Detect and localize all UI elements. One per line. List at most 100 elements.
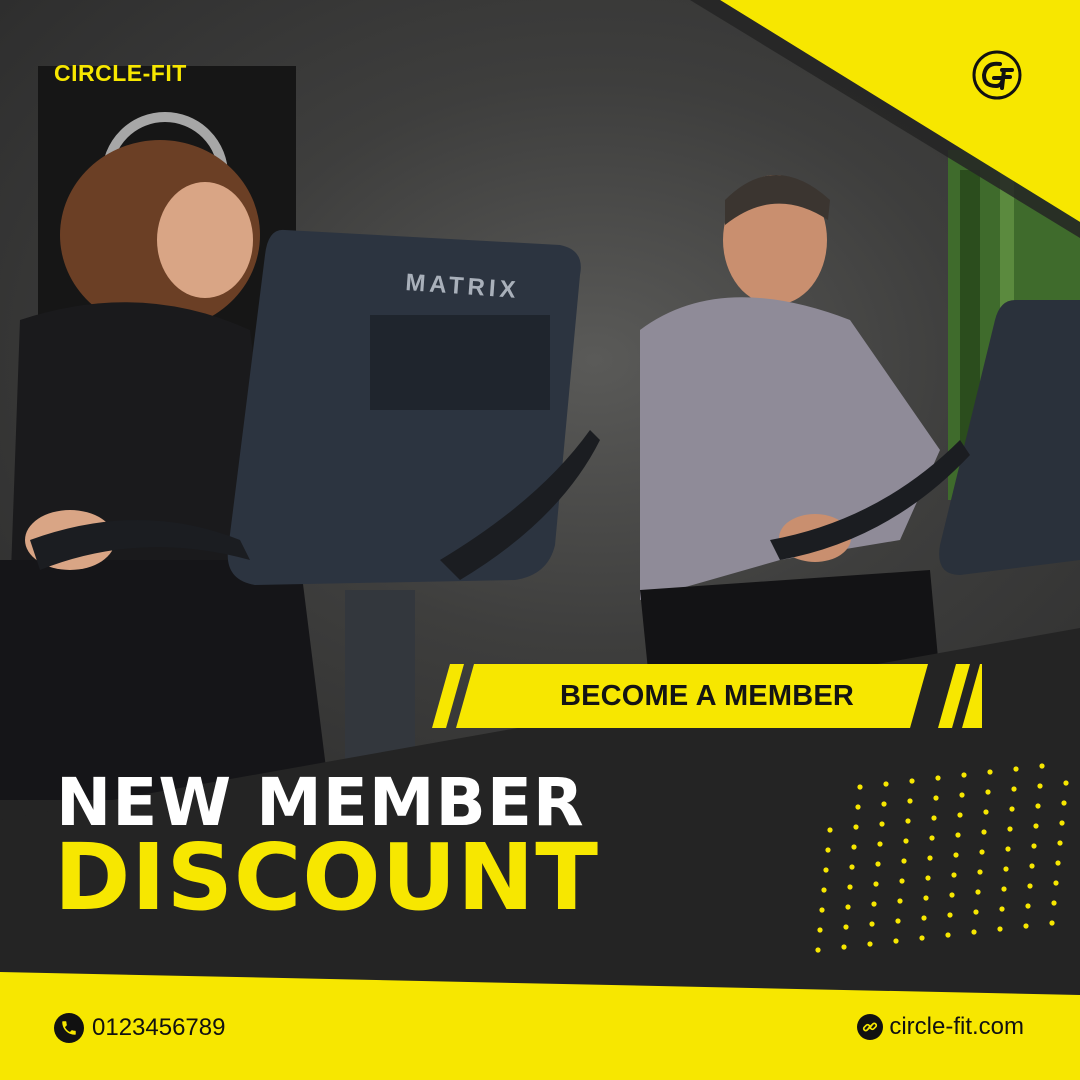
website-url: circle-fit.com <box>889 1013 1024 1040</box>
dot <box>825 847 831 853</box>
dot <box>947 912 953 918</box>
dot <box>977 869 983 875</box>
dot <box>1057 840 1063 846</box>
dot <box>843 924 849 930</box>
dot <box>819 907 825 913</box>
dot <box>919 935 925 941</box>
dot <box>815 947 821 953</box>
dot <box>953 852 959 858</box>
brand-name: CIRCLE-FIT <box>54 60 187 86</box>
dot <box>893 938 899 944</box>
dot <box>1039 763 1045 769</box>
dot <box>931 815 937 821</box>
dot <box>851 844 857 850</box>
website-link[interactable]: circle-fit.com <box>857 1013 1024 1041</box>
dot <box>971 929 977 935</box>
dot-pattern <box>815 763 1069 953</box>
dot <box>1031 843 1037 849</box>
dot <box>929 835 935 841</box>
phone-number: 0123456789 <box>92 1014 226 1041</box>
cta-label: BECOME A MEMBER <box>559 679 855 712</box>
dot <box>983 809 989 815</box>
dot <box>1059 820 1065 826</box>
dot <box>1013 766 1019 772</box>
dot <box>961 772 967 778</box>
dot <box>1055 860 1061 866</box>
dot <box>877 841 883 847</box>
dot <box>1001 886 1007 892</box>
link-icon <box>857 1014 884 1040</box>
dot <box>927 855 933 861</box>
dot <box>1063 780 1069 786</box>
dot <box>957 812 963 818</box>
dot <box>903 838 909 844</box>
dot <box>1035 803 1041 809</box>
dot <box>1009 806 1015 812</box>
dot <box>1005 846 1011 852</box>
dot <box>1037 783 1043 789</box>
dot <box>849 864 855 870</box>
dot <box>879 821 885 827</box>
dot <box>857 784 863 790</box>
dot <box>855 804 861 810</box>
dot <box>1007 826 1013 832</box>
dot <box>881 801 887 807</box>
dot <box>867 941 873 947</box>
dot <box>873 881 879 887</box>
dot <box>901 858 907 864</box>
dot <box>905 818 911 824</box>
dot <box>871 901 877 907</box>
dot <box>1027 883 1033 889</box>
dot <box>1003 866 1009 872</box>
dot <box>875 861 881 867</box>
dot <box>997 926 1003 932</box>
dot <box>921 915 927 921</box>
dot <box>951 872 957 878</box>
dot <box>817 927 823 933</box>
phone-icon <box>54 1013 84 1043</box>
dot <box>869 921 875 927</box>
dot <box>1051 900 1057 906</box>
dot <box>821 887 827 893</box>
dot <box>981 829 987 835</box>
dot <box>933 795 939 801</box>
dot <box>1011 786 1017 792</box>
dot <box>975 889 981 895</box>
dot <box>925 875 931 881</box>
dot <box>935 775 941 781</box>
dot <box>1025 903 1031 909</box>
promo-canvas: MATRIX CIRCLE-FIT BECOME A MEMBER NEW ME… <box>0 0 1080 1080</box>
dot <box>1023 923 1029 929</box>
dot <box>899 878 905 884</box>
dot <box>853 824 859 830</box>
dot <box>827 827 833 833</box>
dot <box>895 918 901 924</box>
dot <box>1033 823 1039 829</box>
dot <box>1029 863 1035 869</box>
dot <box>955 832 961 838</box>
dot <box>985 789 991 795</box>
headline-discount: DISCOUNT <box>54 824 600 931</box>
dot <box>883 781 889 787</box>
dot <box>945 932 951 938</box>
dot <box>949 892 955 898</box>
dot <box>923 895 929 901</box>
dot <box>847 884 853 890</box>
dot <box>897 898 903 904</box>
circle-fit-logo-icon <box>972 50 1022 100</box>
dot <box>907 798 913 804</box>
dot <box>1053 880 1059 886</box>
dot <box>841 944 847 950</box>
dot <box>959 792 965 798</box>
dot <box>845 904 851 910</box>
dot <box>979 849 985 855</box>
dot <box>823 867 829 873</box>
dot <box>987 769 993 775</box>
dot <box>1049 920 1055 926</box>
phone-contact[interactable]: 0123456789 <box>54 1013 225 1043</box>
become-member-button[interactable]: BECOME A MEMBER <box>432 664 982 728</box>
dot <box>999 906 1005 912</box>
dot <box>1061 800 1067 806</box>
dot <box>909 778 915 784</box>
dot <box>973 909 979 915</box>
